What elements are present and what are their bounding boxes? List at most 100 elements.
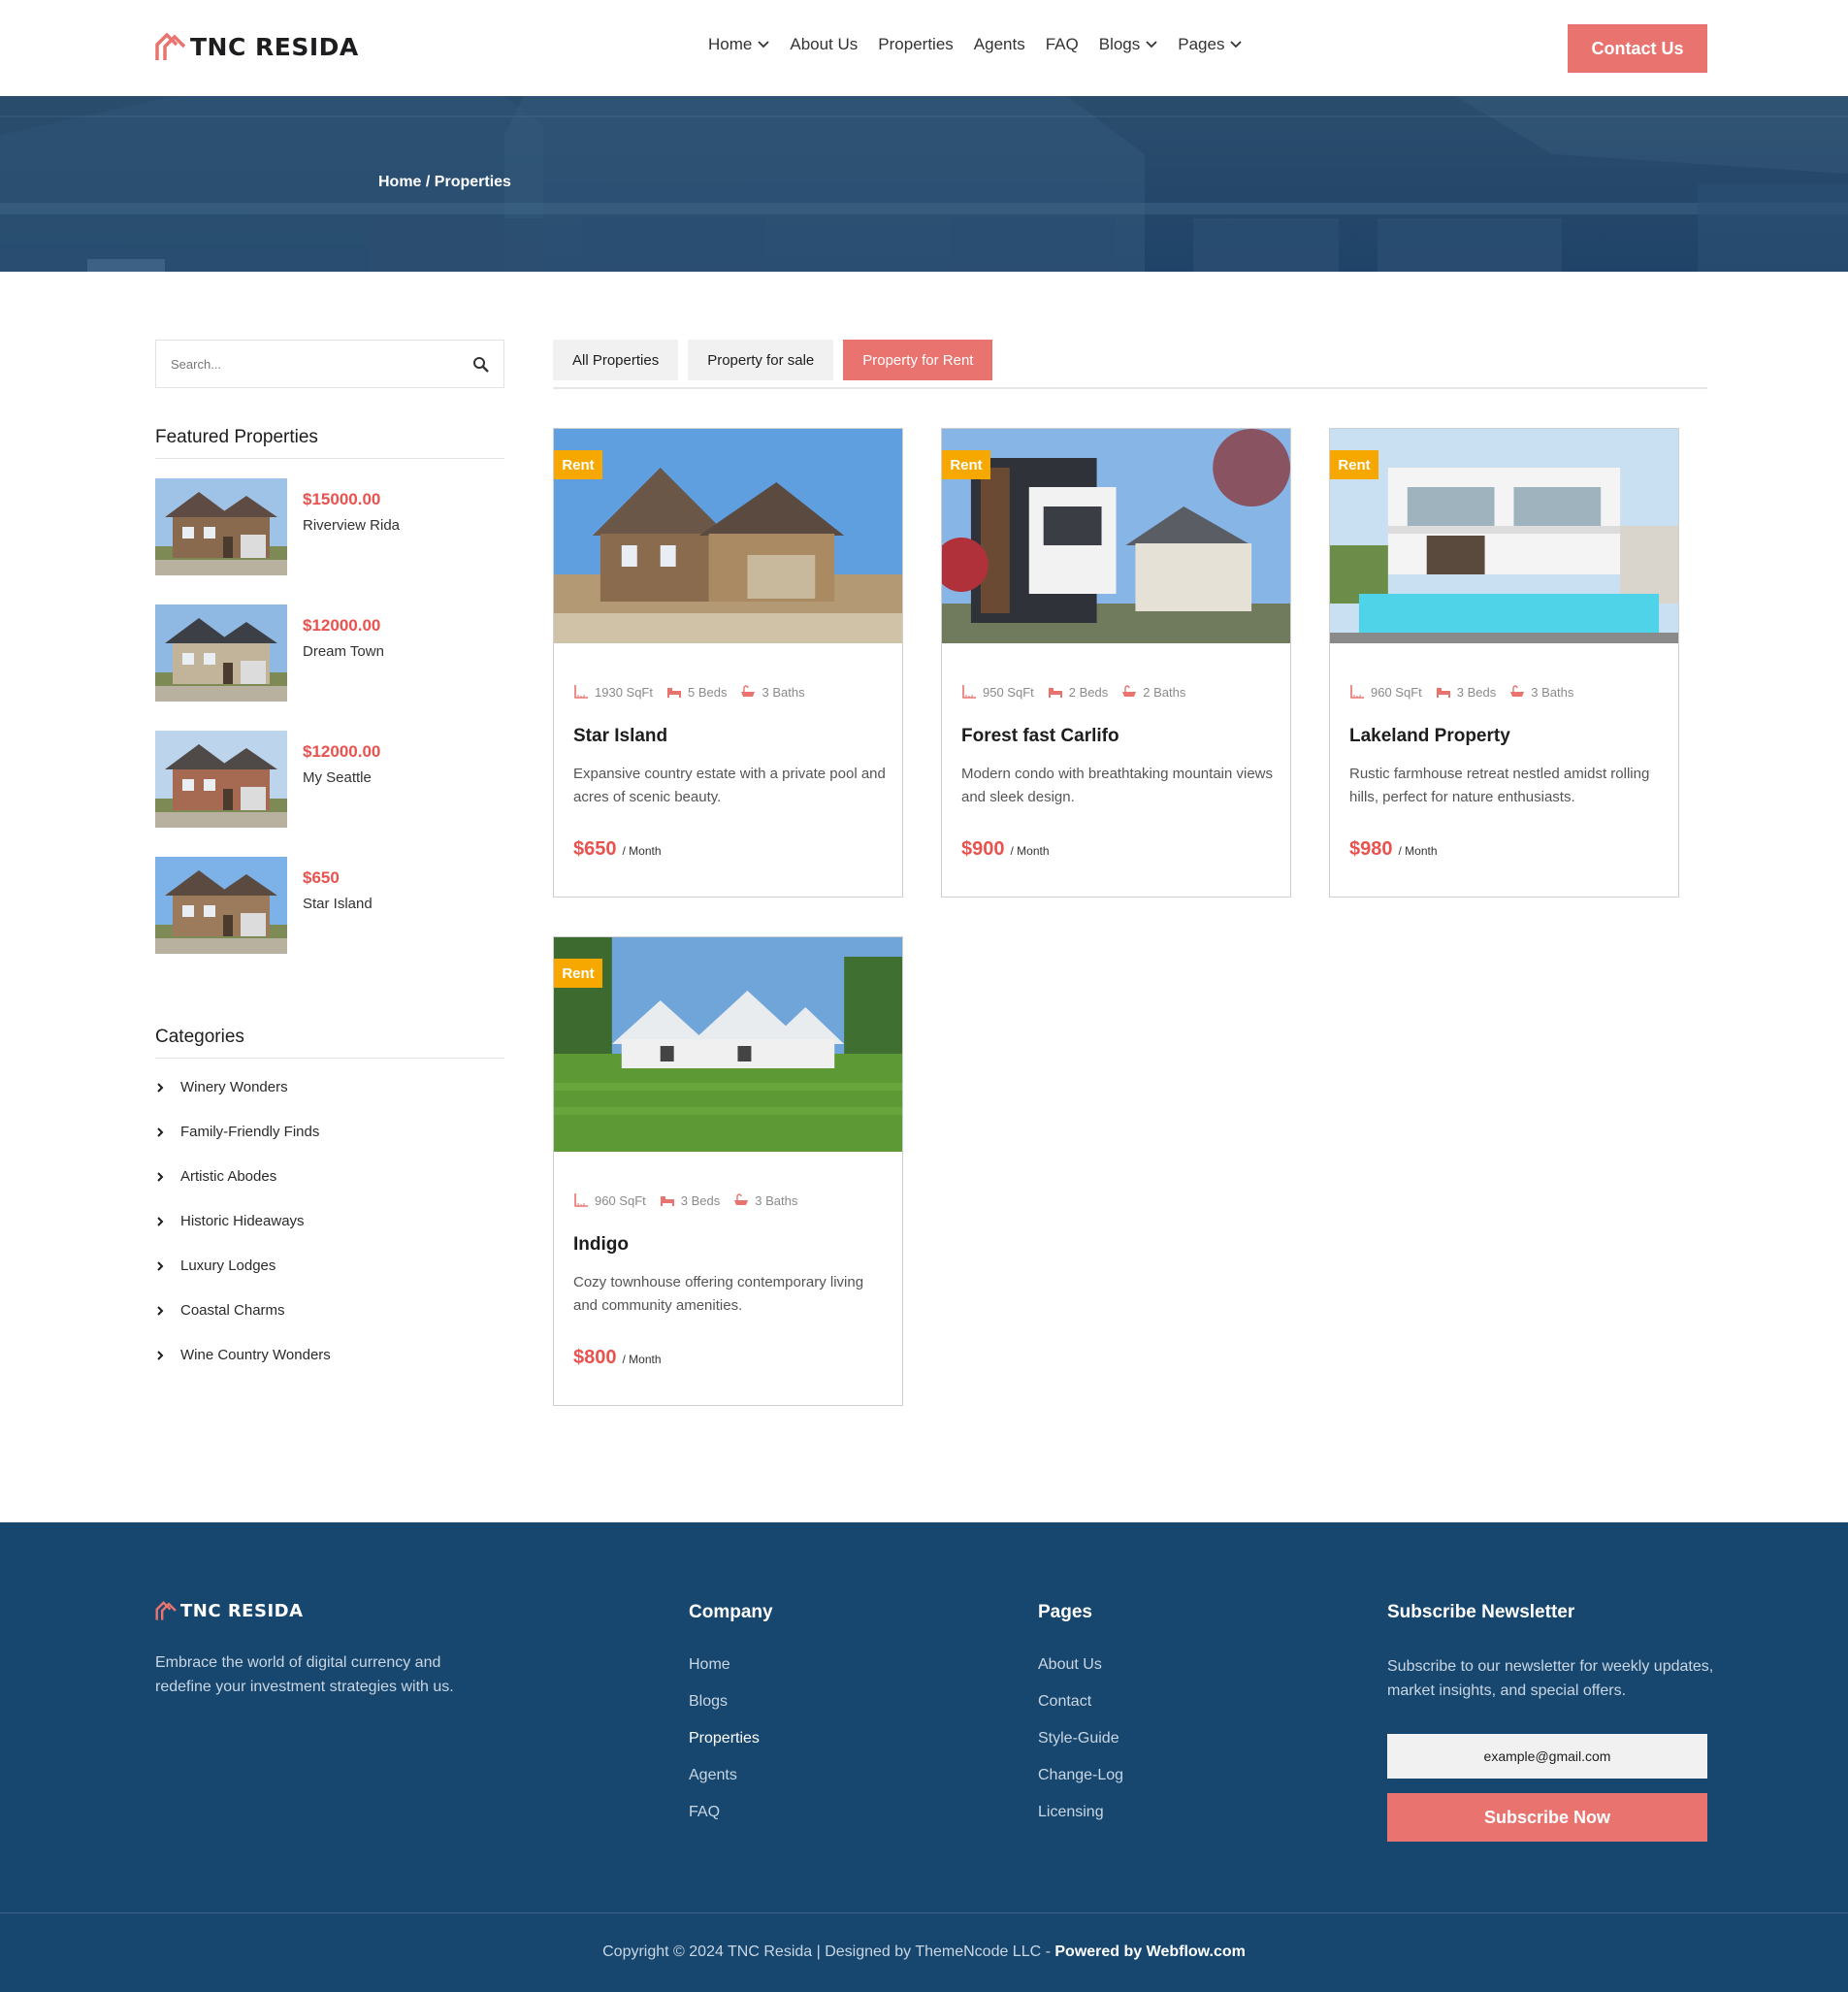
footer-link-agents[interactable]: Agents [689,1767,737,1784]
nav-label: Blogs [1098,35,1141,53]
featured-property[interactable]: $12000.00 Dream Town [155,604,504,702]
featured-property-price: $650 [303,868,340,887]
footer-logo[interactable]: TNC RESIDA [155,1600,304,1621]
nav-label: FAQ [1045,35,1079,53]
footer-link-change-log[interactable]: Change-Log [1038,1767,1123,1784]
price-period: / Month [1010,844,1050,858]
featured-property-image[interactable] [155,857,287,954]
footer-link-style-guide[interactable]: Style-Guide [1038,1730,1119,1747]
property-price: $650 / Month [573,838,662,861]
footer-link-contact[interactable]: Contact [1038,1693,1091,1711]
featured-property[interactable]: $12000.00 My Seattle [155,731,504,828]
category-label: Historic Hideaways [180,1213,305,1229]
nav-item-agents[interactable]: Agents [974,35,1025,54]
property-image[interactable]: Rent [554,937,902,1152]
bathtub-icon [1122,685,1137,697]
chevron-right-icon [157,1082,164,1093]
spec-baths-value: 2 Baths [1143,684,1186,700]
price-amount: $650 [573,838,617,860]
category-link[interactable]: Historic Hideaways [155,1213,305,1229]
spec-beds: 2 Beds [1048,685,1108,700]
spec-sqft: 1930 SqFt [573,684,653,700]
tab-all-properties[interactable]: All Properties [553,340,679,380]
nav-label: About Us [790,35,859,53]
property-specs: 960 SqFt 3 Beds 3 Baths [1349,684,1587,700]
featured-property[interactable]: $15000.00 Riverview Rida [155,478,504,575]
nav-label: Properties [878,35,954,53]
house-background-image [0,96,1848,272]
featured-property-name[interactable]: Star Island [303,896,373,912]
company-heading: Company [689,1602,773,1622]
property-card[interactable]: Rent 960 SqFt 3 Beds 3 Baths Lakeland Proper… [1329,428,1679,898]
copyright-text: Copyright © 2024 TNC Resida | Designed b… [602,1943,1055,1960]
site-header: TNC RESIDA Home About Us Properties Agents F… [0,0,1848,96]
spec-baths: 3 Baths [1509,685,1573,700]
price-amount: $980 [1349,838,1393,860]
spec-beds-value: 2 Beds [1068,684,1109,700]
subscribe-button[interactable]: Subscribe Now [1387,1793,1707,1842]
logo-text: TNC RESIDA [190,32,359,61]
footer-link-licensing[interactable]: Licensing [1038,1804,1104,1821]
spec-sqft-value: 960 SqFt [595,1192,646,1208]
tab-property-for-rent[interactable]: Property for Rent [843,340,993,380]
newsletter-email-input[interactable]: example@gmail.com [1387,1734,1707,1779]
property-image[interactable]: Rent [942,429,1290,643]
copyright: Copyright © 2024 TNC Resida | Designed b… [0,1943,1848,1961]
tab-divider [553,387,1707,389]
footer-link-about-us[interactable]: About Us [1038,1656,1102,1674]
footer-link-faq[interactable]: FAQ [689,1804,720,1821]
category-link[interactable]: Luxury Lodges [155,1257,276,1274]
site-footer: TNC RESIDA Embrace the world of digital … [0,1522,1848,1992]
property-card[interactable]: Rent 1930 SqFt 5 Beds 3 Baths Star Island Exp… [553,428,903,898]
chevron-down-icon [1146,41,1157,49]
featured-property-name[interactable]: Riverview Rida [303,517,400,534]
logo[interactable]: TNC RESIDA [155,31,359,62]
property-image[interactable]: Rent [1330,429,1678,643]
featured-property-image[interactable] [155,604,287,702]
spec-beds-value: 3 Beds [1456,684,1497,700]
nav-item-blogs[interactable]: Blogs [1099,35,1158,54]
search-icon[interactable] [472,356,490,374]
featured-property[interactable]: $650 Star Island [155,857,504,954]
nav-item-properties[interactable]: Properties [878,35,953,54]
category-link[interactable]: Wine Country Wonders [155,1347,331,1363]
search-input[interactable]: Search... [155,340,504,388]
property-card[interactable]: Rent 950 SqFt 2 Beds 2 Baths Forest fast Car… [941,428,1291,898]
nav-item-home[interactable]: Home [708,35,769,54]
nav-item-about-us[interactable]: About Us [790,35,858,54]
property-title[interactable]: Star Island [573,726,667,747]
bathtub-icon [1510,685,1525,697]
contact-us-button[interactable]: Contact Us [1568,24,1707,73]
featured-property-name[interactable]: Dream Town [303,643,384,660]
property-title[interactable]: Indigo [573,1234,629,1256]
property-image[interactable]: Rent [554,429,902,643]
category-label: Winery Wonders [180,1079,288,1095]
footer-divider [0,1912,1848,1913]
property-title[interactable]: Lakeland Property [1349,726,1510,747]
category-link[interactable]: Coastal Charms [155,1302,285,1319]
spec-beds: 3 Beds [1436,685,1496,700]
spec-sqft: 950 SqFt [961,684,1034,700]
footer-link-properties[interactable]: Properties [689,1730,760,1747]
nav-label: Agents [973,35,1025,53]
spec-sqft-value: 1930 SqFt [595,684,653,700]
featured-property-image[interactable] [155,478,287,575]
property-title[interactable]: Forest fast Carlifo [961,726,1119,747]
nav-item-pages[interactable]: Pages [1178,35,1243,54]
rent-badge: Rent [942,450,990,479]
tab-property-for-sale[interactable]: Property for sale [688,340,834,380]
spec-sqft: 960 SqFt [573,1192,646,1208]
category-link[interactable]: Artistic Abodes [155,1168,276,1185]
footer-link-home[interactable]: Home [689,1656,730,1674]
powered-by-link[interactable]: Powered by Webflow.com [1054,1943,1245,1960]
price-period: / Month [1398,844,1438,858]
footer-link-blogs[interactable]: Blogs [689,1693,728,1711]
featured-property-image[interactable] [155,731,287,828]
nav-item-faq[interactable]: FAQ [1046,35,1079,54]
bathtub-icon [734,1193,749,1205]
category-link[interactable]: Family-Friendly Finds [155,1124,319,1140]
featured-property-name[interactable]: My Seattle [303,769,372,786]
property-card[interactable]: Rent 960 SqFt 3 Beds 3 Baths Indigo Cozy town… [553,936,903,1406]
spec-baths: 2 Baths [1121,685,1185,700]
category-link[interactable]: Winery Wonders [155,1079,288,1095]
